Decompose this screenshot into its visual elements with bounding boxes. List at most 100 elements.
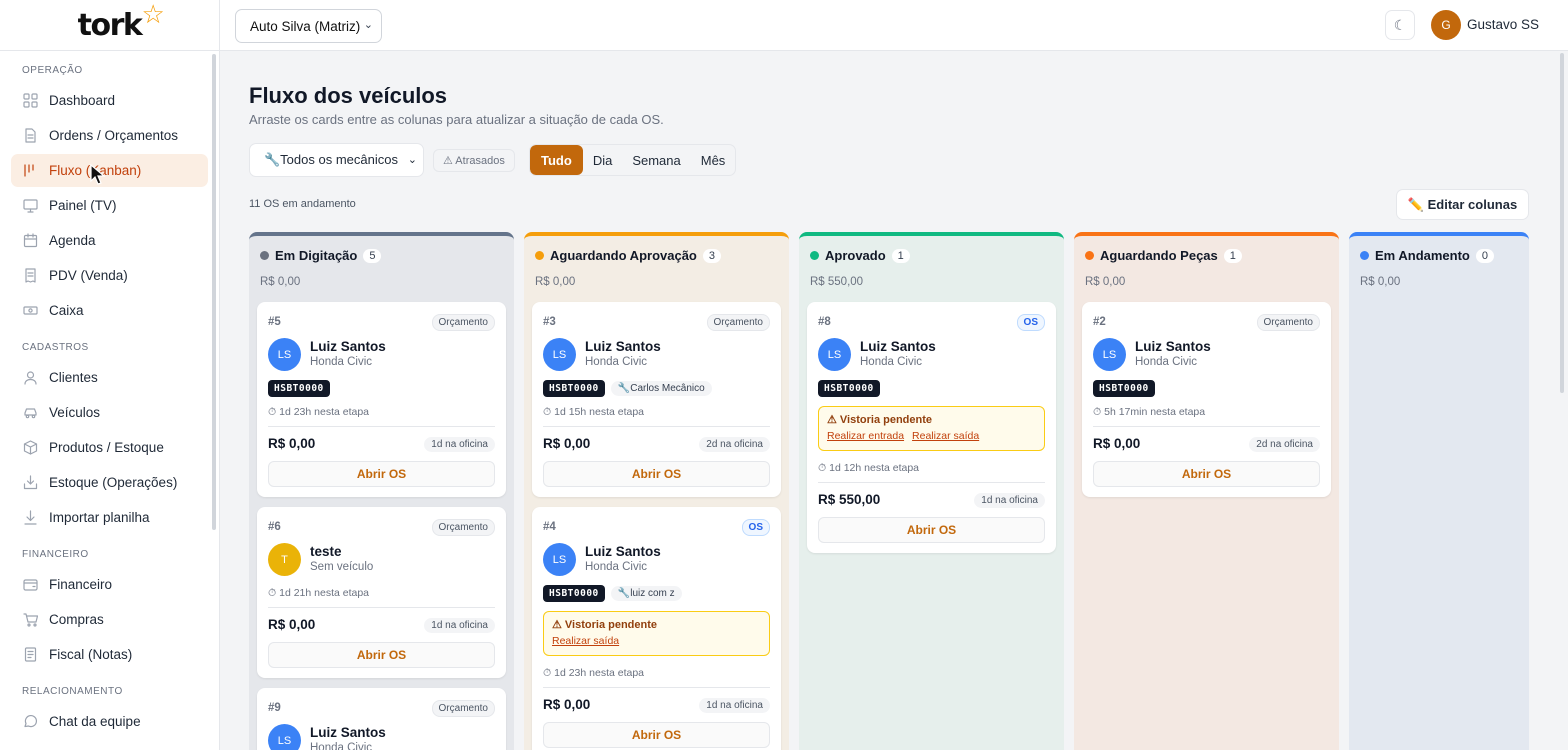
period-dia-button[interactable]: Dia xyxy=(583,145,623,175)
sidebar-item-fluxo-kanban[interactable]: Fluxo (Kanban) xyxy=(11,154,208,187)
card-type-badge: Orçamento xyxy=(431,314,495,331)
sidebar-item-agenda[interactable]: Agenda xyxy=(11,224,208,257)
sidebar-item-fiscal-notas[interactable]: Fiscal (Notas) xyxy=(11,638,208,671)
open-os-button[interactable]: Abrir OS xyxy=(268,461,495,487)
card-price: R$ 0,00 xyxy=(1093,436,1141,451)
card-divider xyxy=(543,687,770,688)
os-card[interactable]: #3 Orçamento LS Luiz Santos Honda Civic HSBT0… xyxy=(532,302,781,497)
card-number: #2 xyxy=(1093,316,1106,328)
stage-time: ⏱ 5h 17min nesta etapa xyxy=(1093,406,1206,418)
os-card[interactable]: #9 Orçamento LS Luiz Santos Honda Civic xyxy=(257,688,506,750)
vehicle-name: Honda Civic xyxy=(585,561,647,573)
client-avatar: LS xyxy=(268,724,301,750)
user-name[interactable]: Gustavo SS xyxy=(1467,17,1539,32)
sidebar-item-importar-planilha[interactable]: Importar planilha xyxy=(11,501,208,534)
period-tudo-button[interactable]: Tudo xyxy=(530,145,583,175)
topbar: Auto Silva (Matriz) ⌄ ☾ G Gustavo SS xyxy=(220,0,1568,51)
sidebar-item-label: PDV (Venda) xyxy=(49,268,128,283)
sidebar-item-pdv-venda[interactable]: PDV (Venda) xyxy=(11,259,208,292)
os-count: 11 OS em andamento xyxy=(249,198,356,210)
inspection-action-link[interactable]: Realizar saída xyxy=(552,635,619,647)
period-filter: Tudo Dia Semana Mês xyxy=(529,144,737,176)
user-avatar[interactable]: G xyxy=(1431,10,1461,40)
sidebar-item-label: Importar planilha xyxy=(49,510,150,525)
period-mes-button[interactable]: Mês xyxy=(691,145,736,175)
open-os-button[interactable]: Abrir OS xyxy=(268,642,495,668)
sidebar-item-ve-culos[interactable]: Veículos xyxy=(11,396,208,429)
column-total: R$ 0,00 xyxy=(1360,276,1401,288)
period-semana-button[interactable]: Semana xyxy=(622,145,690,175)
inbox-icon xyxy=(22,475,38,491)
card-price: R$ 0,00 xyxy=(268,436,316,451)
edit-columns-button[interactable]: ✏️ Editar colunas xyxy=(1396,189,1529,220)
stage-time: ⏱ 1d 15h nesta etapa xyxy=(543,406,645,418)
open-os-button[interactable]: Abrir OS xyxy=(543,722,770,748)
card-number: #5 xyxy=(268,316,281,328)
os-card[interactable]: #5 Orçamento LS Luiz Santos Honda Civic HSBT0… xyxy=(257,302,506,497)
sidebar-item-financeiro[interactable]: Financeiro xyxy=(11,568,208,601)
sidebar-item-dashboard[interactable]: Dashboard xyxy=(11,84,208,117)
card-number: #6 xyxy=(268,521,281,533)
nav-gap xyxy=(11,673,208,686)
calendar-icon xyxy=(22,233,38,249)
client-name: Luiz Santos xyxy=(860,339,936,354)
sidebar-item-chat-da-equipe[interactable]: Chat da equipe xyxy=(11,705,208,738)
card-type-badge: OS xyxy=(1016,314,1045,331)
os-card[interactable]: #4 OS LS Luiz Santos Honda Civic HSBT0000 🔧lui… xyxy=(532,507,781,750)
open-os-button[interactable]: Abrir OS xyxy=(818,517,1045,543)
sidebar-item-label: Dashboard xyxy=(49,93,116,108)
column-header: Em Digitação 5 xyxy=(260,248,382,263)
sidebar-item-produtos-estoque[interactable]: Produtos / Estoque xyxy=(11,431,208,464)
license-plate: HSBT0000 xyxy=(268,380,330,397)
column-header: Aguardando Aprovação 3 xyxy=(535,248,721,263)
chat-icon xyxy=(22,714,38,730)
inspection-action-link[interactable]: Realizar saída xyxy=(912,430,979,442)
client-avatar: T xyxy=(268,543,301,576)
column-count-badge: 1 xyxy=(891,248,910,263)
inspection-action-link[interactable]: Realizar entrada xyxy=(827,430,904,442)
mouse-cursor-icon xyxy=(90,164,106,185)
open-os-button[interactable]: Abrir OS xyxy=(543,461,770,487)
vehicle-name: Honda Civic xyxy=(310,356,372,368)
inspection-links: Realizar saída xyxy=(552,635,761,647)
sidebar-item-painel-tv[interactable]: Painel (TV) xyxy=(11,189,208,222)
sidebar-item-ordens-or-amentos[interactable]: Ordens / Orçamentos xyxy=(11,119,208,152)
plate-row: HSBT0000 🔧Carlos Mecânico xyxy=(543,380,712,397)
theme-toggle-button[interactable]: ☾ xyxy=(1385,10,1415,40)
card-price: R$ 0,00 xyxy=(543,436,591,451)
client-name: Luiz Santos xyxy=(310,725,386,740)
mechanic-chip: 🔧Carlos Mecânico xyxy=(610,381,712,396)
sidebar-item-compras[interactable]: Compras xyxy=(11,603,208,636)
status-dot xyxy=(535,251,544,260)
column-count-badge: 3 xyxy=(702,248,721,263)
mechanic-chip: 🔧luiz com z xyxy=(610,586,682,601)
invoice-icon xyxy=(22,647,38,663)
os-card[interactable]: #6 Orçamento Tteste Sem veículo ⏱ 1d 21h nes… xyxy=(257,507,506,678)
mechanic-filter-select[interactable]: 🔧Todos os mecânicos ⌄ xyxy=(249,143,424,177)
sidebar-item-estoque-opera-es[interactable]: Estoque (Operações) xyxy=(11,466,208,499)
sidebar-scrollbar[interactable] xyxy=(212,54,216,530)
card-price: R$ 0,00 xyxy=(268,617,316,632)
sidebar-item-caixa[interactable]: Caixa xyxy=(11,294,208,327)
time-in-shop-chip: 1d na oficina xyxy=(974,493,1045,508)
sidebar-item-clientes[interactable]: Clientes xyxy=(11,361,208,394)
page-scrollbar[interactable] xyxy=(1560,53,1564,393)
vehicle-name: Honda Civic xyxy=(1135,356,1197,368)
status-dot xyxy=(810,251,819,260)
card-number: #8 xyxy=(818,316,831,328)
late-filter-button[interactable]: ⚠ Atrasados xyxy=(433,149,515,172)
card-number: #9 xyxy=(268,702,281,714)
inspection-warning-title: ⚠ Vistoria pendente xyxy=(552,619,658,631)
client-avatar: LS xyxy=(268,338,301,371)
sidebar-item-label: Agenda xyxy=(49,233,96,248)
card-number: #3 xyxy=(543,316,556,328)
open-os-button[interactable]: Abrir OS xyxy=(1093,461,1320,487)
os-card[interactable]: #8 OS LS Luiz Santos Honda Civic HSBT0000 ⚠ Vi… xyxy=(807,302,1056,553)
vehicle-name: Sem veículo xyxy=(310,561,374,573)
download-icon xyxy=(22,510,38,526)
nav-section-title: FINANCEIRO xyxy=(22,549,89,560)
branch-select[interactable]: Auto Silva (Matriz) ⌄ xyxy=(235,9,382,43)
inspection-links: Realizar entrada Realizar saída xyxy=(827,430,1036,442)
logo[interactable]: tork ☆ xyxy=(0,0,219,51)
os-card[interactable]: #2 Orçamento LS Luiz Santos Honda Civic HSBT0… xyxy=(1082,302,1331,497)
